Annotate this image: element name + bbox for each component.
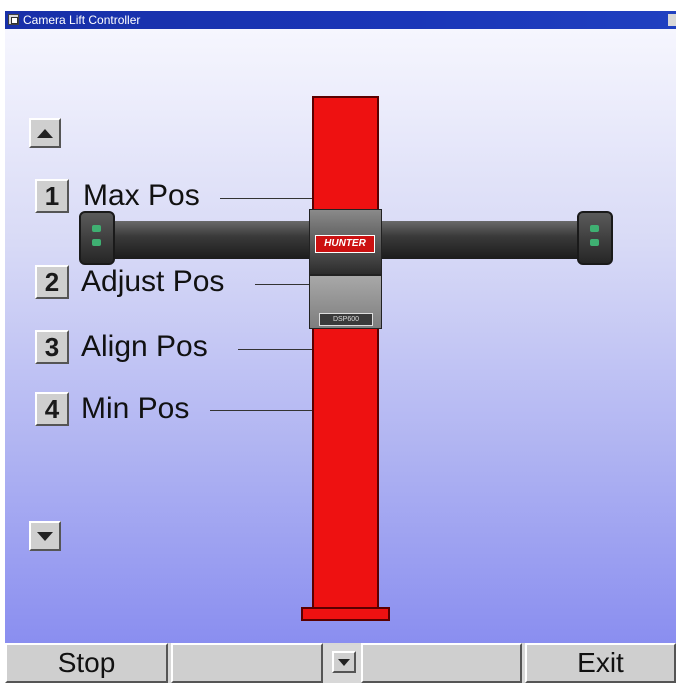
exit-button[interactable]: Exit bbox=[525, 643, 676, 683]
left-camera-head bbox=[79, 211, 115, 265]
lift-column bbox=[312, 96, 379, 610]
brand-logo: HUNTER bbox=[315, 235, 375, 253]
move-down-button[interactable] bbox=[29, 521, 61, 551]
lift-base bbox=[301, 607, 390, 621]
minimize-button[interactable] bbox=[668, 14, 676, 26]
left-camera-lens-icon bbox=[92, 225, 101, 232]
right-camera-lens-icon bbox=[590, 225, 599, 232]
model-plate: DSP600 bbox=[319, 313, 373, 326]
right-camera-lens-icon bbox=[590, 239, 599, 246]
position-4-label: Min Pos bbox=[81, 392, 190, 425]
window-system-menu-icon[interactable] bbox=[8, 14, 19, 25]
position-2-number: 2 bbox=[44, 266, 60, 297]
move-up-button[interactable] bbox=[29, 118, 61, 148]
position-3-leader-line bbox=[238, 349, 314, 350]
position-1-number: 1 bbox=[44, 180, 60, 211]
position-2-leader-line bbox=[255, 284, 311, 285]
position-3-number: 3 bbox=[44, 331, 60, 362]
title-bar: Camera Lift Controller bbox=[5, 11, 676, 29]
left-camera-lens-icon bbox=[92, 239, 101, 246]
position-2-label: Adjust Pos bbox=[81, 265, 225, 298]
toolbar-dropdown-button[interactable] bbox=[332, 651, 356, 673]
position-4-leader-line bbox=[210, 410, 314, 411]
arrow-down-icon bbox=[37, 531, 53, 541]
stop-button[interactable]: Stop bbox=[5, 643, 168, 683]
position-3-button[interactable]: 3 bbox=[35, 330, 69, 364]
bottom-toolbar: Stop Exit bbox=[5, 643, 676, 683]
toolbar-slot-4[interactable] bbox=[361, 643, 522, 683]
lift-control-panel: 1 Max Pos 2 Adjust Pos 3 Align Pos 4 Min… bbox=[5, 29, 676, 643]
position-1-button[interactable]: 1 bbox=[35, 179, 69, 213]
chevron-down-icon bbox=[338, 658, 350, 666]
position-3-label: Align Pos bbox=[81, 330, 208, 363]
position-2-button[interactable]: 2 bbox=[35, 265, 69, 299]
position-1-leader-line bbox=[220, 198, 313, 199]
position-4-button[interactable]: 4 bbox=[35, 392, 69, 426]
window-title: Camera Lift Controller bbox=[23, 13, 141, 27]
exit-button-label: Exit bbox=[577, 647, 624, 678]
arrow-up-icon bbox=[37, 128, 53, 138]
toolbar-slot-2[interactable] bbox=[171, 643, 323, 683]
position-4-number: 4 bbox=[44, 393, 60, 424]
position-1-label: Max Pos bbox=[83, 179, 200, 212]
right-camera-head bbox=[577, 211, 613, 265]
stop-button-label: Stop bbox=[57, 647, 116, 678]
